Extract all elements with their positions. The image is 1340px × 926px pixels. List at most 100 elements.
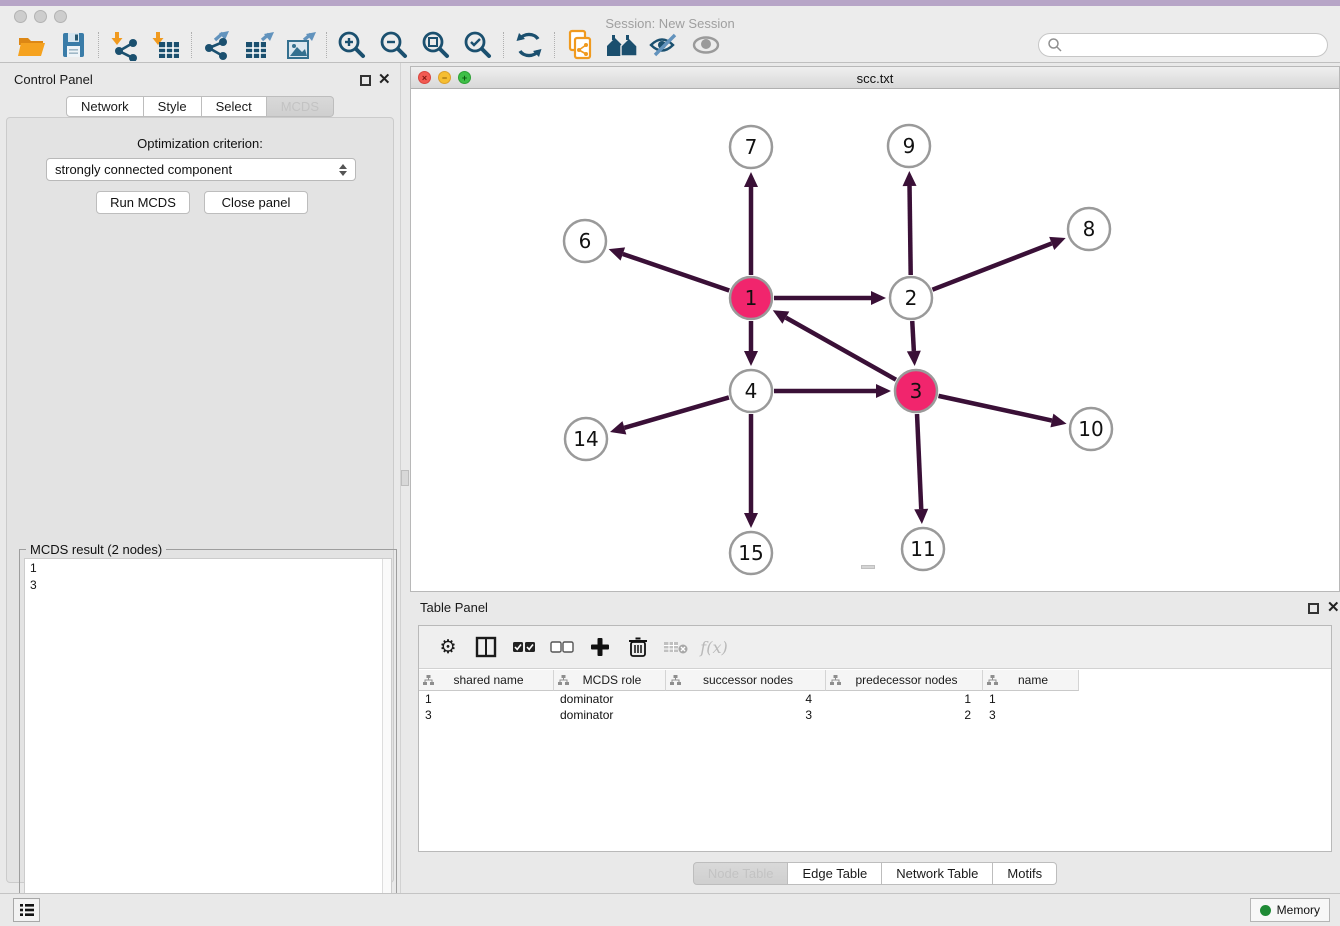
- run-mcds-button[interactable]: Run MCDS: [96, 191, 190, 214]
- edge-2-9[interactable]: [910, 186, 911, 275]
- column-header-predecessor-nodes[interactable]: predecessor nodes: [826, 670, 983, 691]
- close-table-panel-icon[interactable]: ✕: [1327, 602, 1340, 613]
- cell-name[interactable]: 3: [983, 707, 1079, 723]
- control-panel: Control Panel ✕ NetworkStyleSelectMCDS O…: [0, 63, 400, 893]
- select-all-rows-icon[interactable]: [509, 632, 539, 662]
- column-label: shared name: [434, 673, 553, 687]
- edge-arrowhead-2-9: [903, 171, 917, 186]
- cell-predecessor-nodes[interactable]: 2: [826, 707, 983, 723]
- table-panel-tabs: Node TableEdge TableNetwork TableMotifs: [410, 862, 1340, 885]
- mcds-result-group: MCDS result (2 nodes) 1 3: [19, 549, 397, 926]
- tab-mcds[interactable]: MCDS: [267, 96, 334, 117]
- edge-arrowhead-1-2: [871, 291, 886, 305]
- network-canvas-svg[interactable]: 7968124314101511: [411, 89, 1339, 592]
- zoom-in-icon[interactable]: [331, 29, 373, 61]
- show-graphics-details-icon[interactable]: [685, 29, 727, 61]
- save-session-icon[interactable]: [52, 29, 94, 61]
- edge-3-1[interactable]: [786, 318, 896, 380]
- column-header-shared-name[interactable]: shared name: [419, 670, 554, 691]
- task-history-button[interactable]: [13, 898, 40, 922]
- column-header-MCDS-role[interactable]: MCDS role: [554, 670, 666, 691]
- search-input[interactable]: [1063, 35, 1327, 55]
- node-label-1: 1: [745, 286, 758, 310]
- column-label: name: [998, 673, 1078, 687]
- zoom-selected-region-icon[interactable]: [457, 29, 499, 61]
- float-panel-icon[interactable]: [360, 73, 371, 91]
- edge-1-6[interactable]: [623, 254, 729, 291]
- delete-columns-icon[interactable]: [623, 632, 653, 662]
- tab-node-table[interactable]: Node Table: [693, 862, 789, 885]
- zoom-out-icon[interactable]: [373, 29, 415, 61]
- tab-edge-table[interactable]: Edge Table: [788, 862, 882, 885]
- deselect-all-rows-icon[interactable]: [547, 632, 577, 662]
- toolbar-separator: [503, 32, 504, 58]
- table-panel-title: Table Panel: [420, 600, 488, 615]
- column-settings-icon[interactable]: ⚙: [433, 632, 463, 662]
- column-tree-icon: [987, 675, 998, 686]
- tab-style[interactable]: Style: [144, 96, 202, 117]
- open-file-icon[interactable]: [10, 29, 52, 61]
- table-rows: 1dominator4113dominator323: [419, 691, 1331, 723]
- toggle-column-display-icon[interactable]: [471, 632, 501, 662]
- result-scrollbar[interactable]: [382, 559, 391, 920]
- network-window-title: scc.txt: [411, 71, 1339, 86]
- create-column-icon[interactable]: [585, 632, 615, 662]
- canvas-resize-grip[interactable]: [861, 565, 875, 569]
- edge-arrowhead-1-6: [609, 247, 625, 260]
- table-row-2[interactable]: 3dominator323: [419, 707, 1331, 723]
- export-table-icon[interactable]: [238, 29, 280, 61]
- cell-shared-name[interactable]: 1: [419, 691, 554, 707]
- network-window-titlebar[interactable]: × − + scc.txt: [411, 67, 1339, 89]
- network-overview-icon[interactable]: [601, 29, 643, 61]
- tab-network[interactable]: Network: [66, 96, 144, 117]
- cell-successor-nodes[interactable]: 3: [666, 707, 826, 723]
- toolbar-separator: [326, 32, 327, 58]
- cell-MCDS-role[interactable]: dominator: [554, 691, 666, 707]
- import-network-icon[interactable]: [103, 29, 145, 61]
- edge-3-10[interactable]: [938, 396, 1051, 421]
- function-builder-icon: f(x): [699, 632, 729, 662]
- status-bar: Memory: [0, 893, 1340, 926]
- edge-3-11[interactable]: [917, 414, 921, 509]
- criterion-select[interactable]: strongly connected component: [46, 158, 356, 181]
- export-image-icon[interactable]: [280, 29, 322, 61]
- close-panel-button[interactable]: Close panel: [204, 191, 308, 214]
- edge-arrowhead-1-7: [744, 172, 758, 187]
- memory-button[interactable]: Memory: [1250, 898, 1330, 922]
- column-header-successor-nodes[interactable]: successor nodes: [666, 670, 826, 691]
- delete-table-icon: [661, 632, 691, 662]
- node-label-9: 9: [903, 134, 916, 158]
- zoom-fit-content-icon[interactable]: [415, 29, 457, 61]
- apply-layout-icon[interactable]: [508, 29, 550, 61]
- cell-successor-nodes[interactable]: 4: [666, 691, 826, 707]
- criterion-value: strongly connected component: [55, 162, 232, 177]
- float-table-panel-icon[interactable]: [1308, 601, 1319, 619]
- tab-motifs[interactable]: Motifs: [993, 862, 1057, 885]
- hide-graphics-details-icon[interactable]: [643, 29, 685, 61]
- table-row-1[interactable]: 1dominator411: [419, 691, 1331, 707]
- column-header-name[interactable]: name: [983, 670, 1079, 691]
- cell-MCDS-role[interactable]: dominator: [554, 707, 666, 723]
- cell-shared-name[interactable]: 3: [419, 707, 554, 723]
- table-toolbar: ⚙ f(x): [419, 626, 1331, 669]
- import-table-icon[interactable]: [145, 29, 187, 61]
- edge-arrowhead-3-10: [1050, 414, 1066, 428]
- node-table: ⚙ f(x) shared nameMCDS role successor nod…: [418, 625, 1332, 852]
- close-panel-icon[interactable]: ✕: [378, 74, 391, 85]
- select-stepper-icon: [339, 164, 347, 176]
- edge-2-8[interactable]: [932, 243, 1051, 289]
- new-network-from-selection-icon[interactable]: [559, 29, 601, 61]
- tab-network-table[interactable]: Network Table: [882, 862, 993, 885]
- edge-2-3[interactable]: [912, 321, 914, 351]
- column-label: successor nodes: [681, 673, 825, 687]
- edge-4-14[interactable]: [624, 397, 729, 427]
- mcds-result-text[interactable]: 1 3: [24, 558, 392, 921]
- table-panel: Table Panel ✕ ⚙ f(x) shared nameMCDS rol…: [410, 595, 1340, 888]
- search-box[interactable]: [1038, 33, 1328, 57]
- export-network-icon[interactable]: [196, 29, 238, 61]
- cell-name[interactable]: 1: [983, 691, 1079, 707]
- control-panel-title: Control Panel: [14, 72, 93, 87]
- divider-grip-icon[interactable]: [401, 470, 409, 486]
- cell-predecessor-nodes[interactable]: 1: [826, 691, 983, 707]
- tab-select[interactable]: Select: [202, 96, 267, 117]
